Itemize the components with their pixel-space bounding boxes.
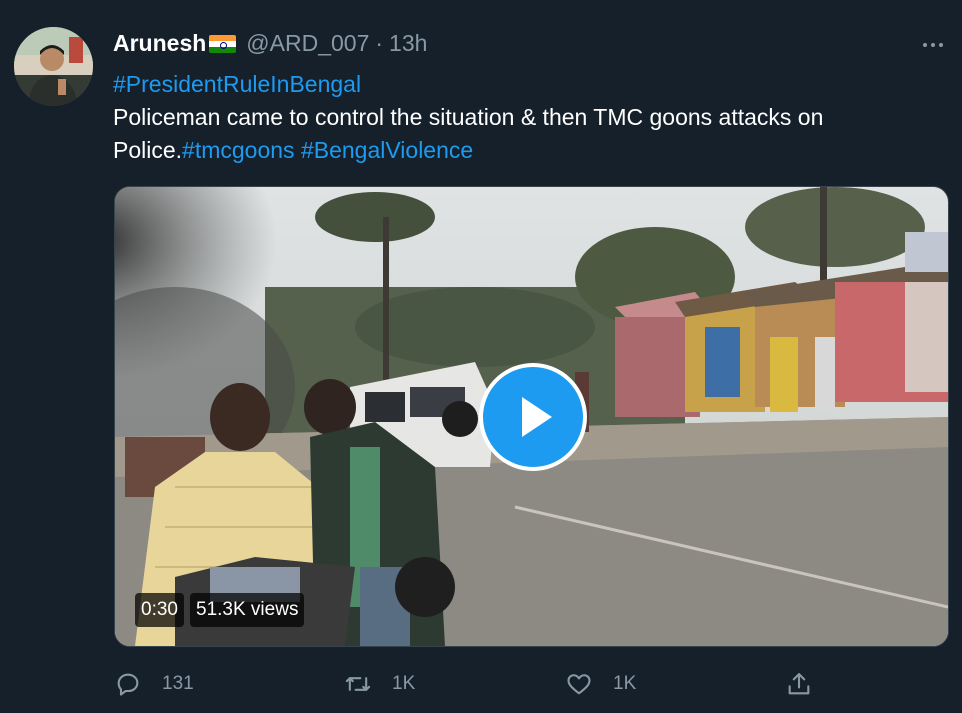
hashtag-link[interactable]: #tmcgoons [182,137,295,163]
video-duration: 0:30 [135,593,184,627]
retweet-icon [345,677,371,691]
retweet-count: 1K [392,673,416,694]
tweet-body-line2: Police. [113,137,183,163]
play-button[interactable] [479,363,587,471]
share-button[interactable] [785,665,833,703]
hashtag-link[interactable]: #BengalViolence [301,137,473,163]
avatar[interactable] [14,27,93,106]
like-count: 1K [613,673,637,694]
share-icon [788,673,810,695]
retweet-button[interactable]: 1K [344,665,415,703]
like-button[interactable]: 1K [565,665,636,703]
reply-count: 131 [162,673,194,694]
author-name[interactable]: Arunesh [113,30,206,57]
more-options-icon[interactable] [918,30,948,60]
tweet-header: Arunesh @ARD_007 · 13h [113,30,427,57]
video-view-count: 51.3K views [190,593,305,627]
tweet-body: Policeman came to control the situation … [113,104,824,130]
tweet-text: #PresidentRuleInBengal Policeman came to… [113,68,933,167]
reply-button[interactable]: 131 [114,665,194,703]
heart-icon [567,674,591,695]
reply-icon [117,673,139,696]
tweet-actions: 131 1K 1K [0,665,962,705]
play-icon [522,397,552,437]
hashtag-link[interactable]: #PresidentRuleInBengal [113,71,361,97]
separator-dot: · [375,30,384,56]
video-player[interactable]: 0:30 51.3K views [114,186,949,647]
author-handle[interactable]: @ARD_007 [246,30,369,57]
india-flag-icon [209,34,237,53]
tweet-timestamp[interactable]: 13h [389,30,427,57]
